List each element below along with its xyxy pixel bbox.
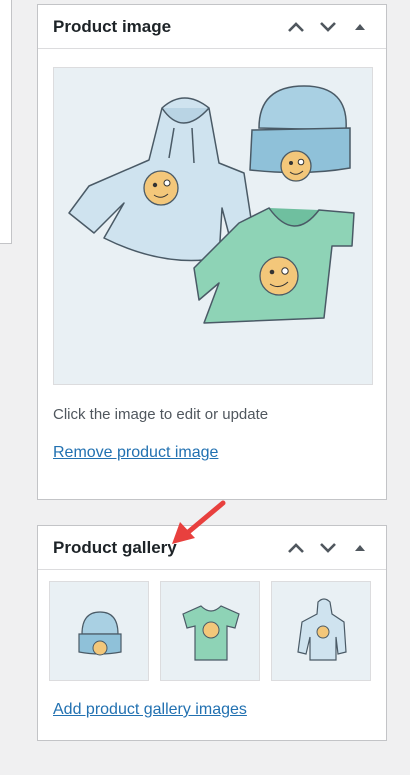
gallery-thumbnail-hoodie[interactable] xyxy=(271,581,371,681)
left-column-panel xyxy=(0,0,12,244)
product-image-header: Product image xyxy=(38,5,386,49)
triangle-up-icon xyxy=(355,23,365,30)
product-photo xyxy=(68,85,355,324)
tshirt-image xyxy=(182,605,240,661)
handle-actions xyxy=(280,530,376,566)
gallery-thumbnails xyxy=(38,570,386,681)
product-image-inside: Click the image to edit or update Remove… xyxy=(38,49,386,477)
smiley-graphic xyxy=(143,170,179,206)
toggle-panel-button[interactable] xyxy=(344,530,376,566)
product-image-box: Product image Click the image to edit or… xyxy=(37,4,387,500)
remove-product-image-link[interactable]: Remove product image xyxy=(53,444,218,462)
product-gallery-box: Product gallery Add product gallery imag… xyxy=(37,525,387,741)
move-up-button[interactable] xyxy=(280,9,312,45)
toggle-panel-button[interactable] xyxy=(344,9,376,45)
product-gallery-title: Product gallery xyxy=(53,537,177,557)
move-down-button[interactable] xyxy=(312,9,344,45)
chevron-down-icon xyxy=(320,542,336,553)
beanie-image xyxy=(78,611,122,656)
move-up-button[interactable] xyxy=(280,530,312,566)
move-down-button[interactable] xyxy=(312,530,344,566)
handle-actions xyxy=(280,9,376,45)
hoodie-image xyxy=(297,598,347,661)
product-image[interactable] xyxy=(53,67,373,385)
add-gallery-images-link[interactable]: Add product gallery images xyxy=(53,701,247,719)
gallery-thumbnail-tshirt[interactable] xyxy=(160,581,260,681)
chevron-up-icon xyxy=(288,542,304,553)
red-arrow-annotation xyxy=(172,500,226,544)
product-image-title: Product image xyxy=(53,16,172,36)
chevron-down-icon xyxy=(320,21,336,32)
chevron-up-icon xyxy=(288,21,304,32)
triangle-up-icon xyxy=(355,544,365,551)
edit-hint-text: Click the image to edit or update xyxy=(53,406,269,423)
gallery-thumbnail-beanie[interactable] xyxy=(49,581,149,681)
